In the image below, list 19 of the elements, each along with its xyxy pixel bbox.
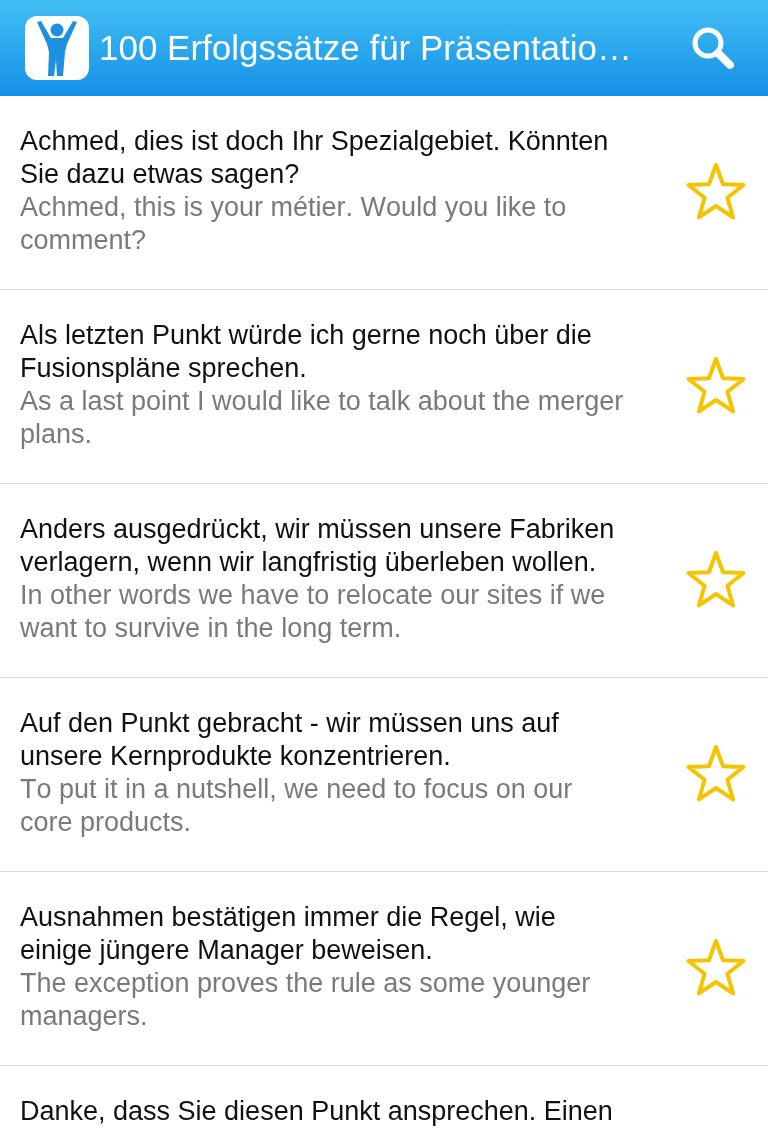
german-phrase: Als letzten Punkt würde ich gerne noch über die Fusionspläne sprechen. [20,319,593,385]
english-translation: Achmed, this is your métier. Would you like to comment? [20,191,568,257]
star-icon[interactable] [684,742,748,804]
star-icon[interactable] [684,354,748,416]
english-translation: In other words we have to relocate our sites if we want to survive in the long term. [20,579,607,645]
german-phrase: Danke, dass Sie diesen Punkt ansprechen. Einen [20,1095,614,1128]
german-phrase: Achmed, dies ist doch Ihr Spezialgebiet. Könnten Sie dazu etwas sagen? [20,125,610,191]
app-title: 100 Erfolgssätze für Präsentatio… [99,28,634,68]
english-translation: To put it in a nutshell, we need to focus on our core products. [20,773,574,839]
star-icon[interactable] [684,936,748,998]
cheering-person-icon[interactable] [25,16,89,80]
star-icon[interactable] [684,160,748,222]
star-icon[interactable] [684,548,748,610]
german-phrase: Ausnahmen bestätigen immer die Regel, wie einige jüngere Manager beweisen. [20,901,557,967]
german-phrase: Anders ausgedrückt, wir müssen unsere Fabriken verlagern, wenn wir langfristig überleben wollen. [20,513,616,579]
english-translation: As a last point I would like to talk about the merger plans. [20,385,625,451]
english-translation: The exception proves the rule as some younger managers. [20,967,592,1033]
german-phrase: Auf den Punkt gebracht - wir müssen uns auf unsere Kernprodukte konzentrieren. [20,707,560,773]
search-icon[interactable] [690,25,736,71]
